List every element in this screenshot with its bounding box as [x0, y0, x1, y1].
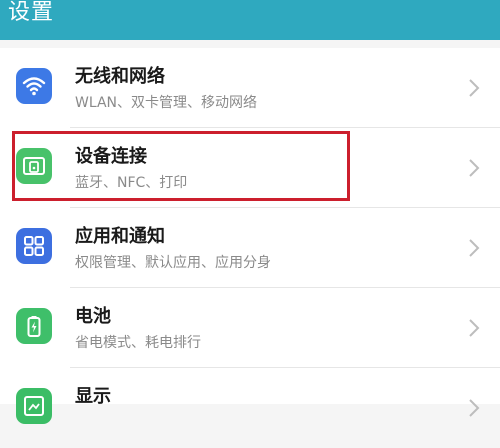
apps-icon	[16, 228, 52, 264]
highlight-box	[12, 131, 350, 201]
settings-item-subtitle: WLAN、双卡管理、移动网络	[75, 95, 258, 111]
settings-item-title: 显示	[75, 386, 111, 407]
wifi-icon	[16, 68, 52, 104]
settings-item-battery[interactable]: 电池 省电模式、耗电排行	[0, 288, 500, 368]
settings-item-subtitle: 权限管理、默认应用、应用分身	[75, 255, 271, 271]
page-title: 设置	[8, 0, 55, 25]
chevron-right-icon	[469, 79, 480, 97]
battery-icon	[16, 308, 52, 344]
settings-item-subtitle: 省电模式、耗电排行	[75, 335, 201, 351]
settings-item-title: 应用和通知	[75, 226, 165, 247]
settings-item-apps-notifications[interactable]: 应用和通知 权限管理、默认应用、应用分身	[0, 208, 500, 288]
chevron-right-icon	[469, 159, 480, 177]
chevron-right-icon	[469, 319, 480, 337]
settings-item-wireless-network[interactable]: 无线和网络 WLAN、双卡管理、移动网络	[0, 48, 500, 128]
chevron-right-icon	[469, 399, 480, 417]
settings-item-display[interactable]: 显示	[0, 368, 500, 448]
settings-item-title: 无线和网络	[75, 66, 165, 87]
app-header: 设置	[0, 0, 500, 40]
settings-list: 无线和网络 WLAN、双卡管理、移动网络 设备连接 蓝牙、NFC、打印 应用和通…	[0, 48, 500, 424]
display-icon	[16, 388, 52, 424]
chevron-right-icon	[469, 239, 480, 257]
settings-item-title: 电池	[75, 306, 111, 327]
